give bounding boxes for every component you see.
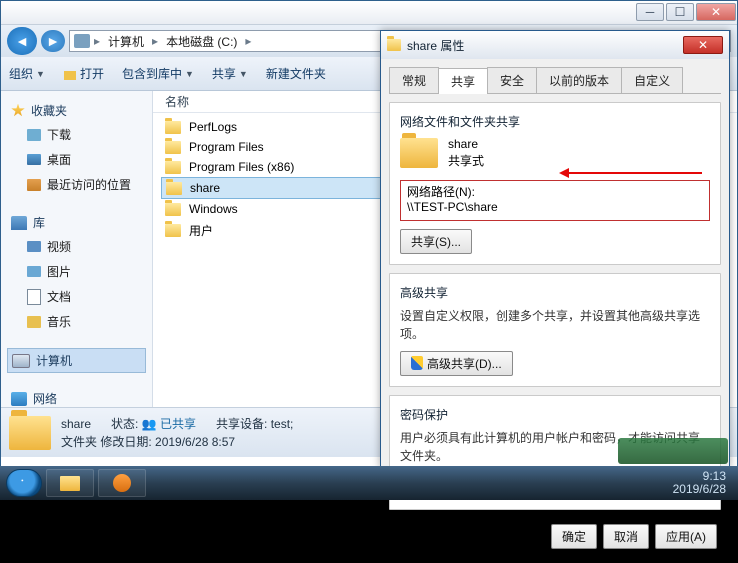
- taskbar: 9:13 2019/6/28: [0, 466, 738, 500]
- breadcrumb-sep: ▸: [152, 34, 158, 48]
- tab-2[interactable]: 安全: [487, 67, 537, 93]
- breadcrumb-sep: ▸: [94, 34, 100, 48]
- folder-icon: [9, 416, 51, 450]
- tab-1[interactable]: 共享: [438, 68, 488, 94]
- folder-icon: [165, 121, 181, 134]
- section-heading: 网络文件和文件夹共享: [400, 113, 710, 130]
- section-desc: 设置自定义权限，创建多个共享，并设置其他高级共享选项。: [400, 307, 710, 343]
- annotation-arrow: [562, 172, 702, 174]
- dialog-title: share 属性: [407, 37, 464, 54]
- share-menu[interactable]: 共享▼: [212, 65, 248, 82]
- drive-icon: [74, 34, 90, 48]
- file-name: PerfLogs: [189, 120, 237, 134]
- share-button[interactable]: 共享(S)...: [400, 229, 472, 254]
- media-player-icon: [113, 474, 131, 492]
- system-clock[interactable]: 9:13 2019/6/28: [673, 470, 732, 496]
- tab-4[interactable]: 自定义: [621, 67, 683, 93]
- breadcrumb-sep: ▸: [245, 34, 251, 48]
- dialog-title-bar[interactable]: share 属性 ✕: [381, 31, 729, 59]
- folder-icon: [165, 203, 181, 216]
- sidebar-favorites-header[interactable]: 收藏夹: [7, 99, 146, 122]
- watermark: [618, 438, 728, 464]
- folder-icon: [165, 161, 181, 174]
- section-heading: 高级共享: [400, 284, 710, 301]
- window-title-bar: ─ ☐ ✕: [1, 1, 737, 25]
- network-path-box: 网络路径(N): \\TEST-PC\share: [400, 180, 710, 221]
- sidebar-computer[interactable]: 计算机: [7, 348, 146, 373]
- start-button[interactable]: [6, 469, 42, 497]
- folder-icon: [387, 39, 401, 51]
- minimize-button[interactable]: ─: [636, 3, 664, 21]
- status-mod-value: 2019/6/28 8:57: [155, 435, 235, 449]
- status-mod-label: 文件夹 修改日期:: [61, 435, 152, 449]
- back-button[interactable]: ◄: [7, 27, 37, 55]
- apply-button[interactable]: 应用(A): [655, 524, 717, 549]
- properties-dialog: share 属性 ✕ 常规共享安全以前的版本自定义 网络文件和文件夹共享 sha…: [380, 30, 730, 468]
- open-icon: [63, 67, 77, 81]
- folder-icon: [165, 141, 181, 154]
- file-name: 用户: [189, 222, 213, 239]
- close-button[interactable]: ✕: [696, 3, 736, 21]
- organize-menu[interactable]: 组织▼: [9, 65, 45, 82]
- tab-3[interactable]: 以前的版本: [536, 67, 622, 93]
- status-sharedev-value: test;: [271, 417, 294, 431]
- section-heading: 密码保护: [400, 406, 710, 423]
- status-state-label: 状态:: [111, 417, 138, 431]
- cancel-button[interactable]: 取消: [603, 524, 649, 549]
- file-name: Program Files: [189, 140, 264, 154]
- section-network-sharing: 网络文件和文件夹共享 share 共享式 网络路径(N): \\TEST-PC\…: [389, 102, 721, 265]
- status-sharedev-label: 共享设备:: [216, 417, 267, 431]
- breadcrumb-seg[interactable]: 本地磁盘 (C:): [162, 33, 241, 50]
- status-name: share: [61, 415, 91, 433]
- maximize-button[interactable]: ☐: [666, 3, 694, 21]
- file-name: share: [190, 181, 220, 195]
- taskbar-media-player[interactable]: [98, 469, 146, 497]
- folder-icon: [165, 224, 181, 237]
- include-menu[interactable]: 包含到库中▼: [122, 65, 194, 82]
- sidebar-item-downloads[interactable]: 下载: [7, 122, 146, 147]
- forward-button[interactable]: ►: [41, 30, 65, 52]
- sidebar-item-documents[interactable]: 文档: [7, 284, 146, 309]
- tab-0[interactable]: 常规: [389, 67, 439, 93]
- open-menu[interactable]: 打开: [63, 65, 104, 82]
- file-name: Windows: [189, 202, 238, 216]
- folder-icon: [400, 138, 438, 168]
- ok-button[interactable]: 确定: [551, 524, 597, 549]
- section-advanced-sharing: 高级共享 设置自定义权限，创建多个共享，并设置其他高级共享选项。 高级共享(D)…: [389, 273, 721, 387]
- taskbar-explorer[interactable]: [46, 469, 94, 497]
- sidebar-item-pictures[interactable]: 图片: [7, 259, 146, 284]
- folder-icon: [166, 182, 182, 195]
- status-state-value: 👥 已共享: [142, 417, 196, 431]
- sidebar-item-videos[interactable]: 视频: [7, 234, 146, 259]
- file-name: Program Files (x86): [189, 160, 294, 174]
- netpath-label: 网络路径(N):: [407, 185, 703, 201]
- advanced-share-button[interactable]: 高级共享(D)...: [400, 351, 513, 376]
- netpath-value: \\TEST-PC\share: [407, 200, 703, 216]
- sidebar-item-recent[interactable]: 最近访问的位置: [7, 172, 146, 197]
- tab-strip: 常规共享安全以前的版本自定义: [389, 67, 721, 94]
- sidebar-item-desktop[interactable]: 桌面: [7, 147, 146, 172]
- sidebar-libraries-header[interactable]: 库: [7, 211, 146, 234]
- breadcrumb-seg[interactable]: 计算机: [104, 33, 148, 50]
- sidebar: 收藏夹 下载 桌面 最近访问的位置 库 视频 图片 文档 音乐 计算机 网络: [1, 91, 153, 431]
- share-state: 共享式: [448, 153, 484, 170]
- share-name: share: [448, 136, 484, 153]
- explorer-icon: [60, 476, 80, 491]
- new-folder-button[interactable]: 新建文件夹: [266, 65, 326, 82]
- dialog-close-button[interactable]: ✕: [683, 36, 723, 54]
- sidebar-item-music[interactable]: 音乐: [7, 309, 146, 334]
